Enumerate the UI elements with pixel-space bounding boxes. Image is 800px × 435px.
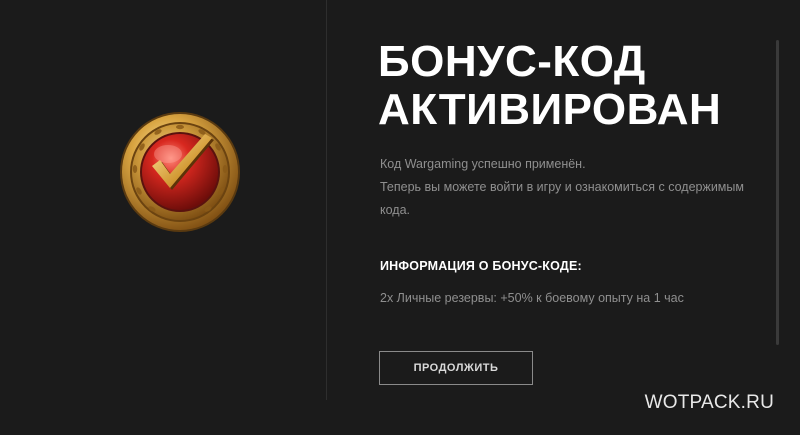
page-title: БОНУС-КОД АКТИВИРОВАН <box>378 38 758 134</box>
title-line-2: АКТИВИРОВАН <box>378 85 722 134</box>
continue-button[interactable]: ПРОДОЛЖИТЬ <box>379 351 533 385</box>
description-line-2: Теперь вы можете войти в игру и ознакоми… <box>380 180 744 217</box>
scrollbar[interactable] <box>776 40 779 345</box>
checkmark-medal-icon <box>118 110 242 234</box>
badge-panel <box>0 0 326 435</box>
description: Код Wargaming успешно применён. Теперь в… <box>380 153 750 222</box>
title-line-1: БОНУС-КОД <box>378 37 646 86</box>
info-item: 2x Личные резервы: +50% к боевому опыту … <box>380 291 684 305</box>
info-heading: ИНФОРМАЦИЯ О БОНУС-КОДЕ: <box>380 259 582 273</box>
dialog-panel: БОНУС-КОД АКТИВИРОВАН Код Wargaming успе… <box>0 0 800 435</box>
watermark: WOTPACK.RU <box>644 392 774 413</box>
panel-divider <box>326 0 327 400</box>
description-line-1: Код Wargaming успешно применён. <box>380 157 586 171</box>
